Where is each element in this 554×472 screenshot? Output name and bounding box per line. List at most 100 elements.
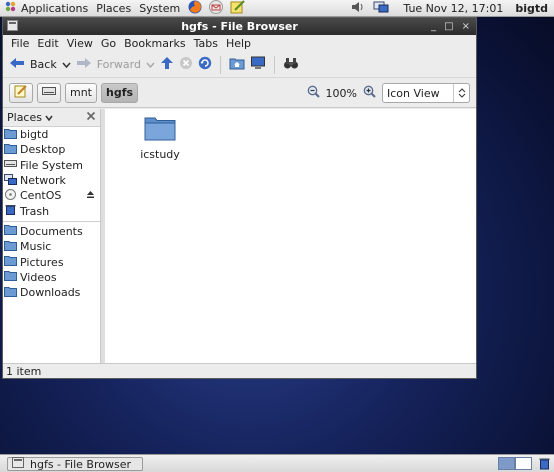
toolbar-separator xyxy=(219,55,221,74)
window-title: hgfs - File Browser xyxy=(181,20,298,33)
menu-go[interactable]: Go xyxy=(97,37,120,50)
clock[interactable]: Tue Nov 12, 17:01 xyxy=(403,2,503,15)
folder-icon xyxy=(4,286,17,300)
workspace-2[interactable] xyxy=(515,457,532,470)
forward-arrow-icon xyxy=(76,57,92,72)
places-menu[interactable]: Places xyxy=(92,2,135,15)
back-label: Back xyxy=(30,58,57,71)
minimize-button[interactable]: _ xyxy=(431,21,436,32)
menu-view[interactable]: View xyxy=(63,37,97,50)
menubar: File Edit View Go Bookmarks Tabs Help xyxy=(3,35,476,52)
zoom-level[interactable]: 100% xyxy=(326,87,357,100)
sidebar-item-bigtd[interactable]: bigtd xyxy=(3,127,100,142)
user-menu[interactable]: bigtd xyxy=(515,2,548,15)
file-item-icstudy[interactable]: icstudy xyxy=(135,115,185,161)
desktop-folder-icon xyxy=(4,143,17,157)
location-bar: mnt hgfs 100% Icon View xyxy=(3,78,476,108)
zoom-controls: 100% Icon View xyxy=(307,83,470,103)
search-binoculars-icon[interactable] xyxy=(283,56,299,73)
view-mode-select[interactable]: Icon View xyxy=(382,83,470,103)
sidebar-item-label: Network xyxy=(20,174,66,188)
menu-help[interactable]: Help xyxy=(222,37,255,50)
sidebar-item-music[interactable]: Music xyxy=(3,239,100,254)
sidebar-item-pictures[interactable]: Pictures xyxy=(3,254,100,269)
reload-icon[interactable] xyxy=(198,56,212,73)
workspace-1[interactable] xyxy=(498,457,515,470)
menu-tabs[interactable]: Tabs xyxy=(190,37,222,50)
zoom-out-icon[interactable] xyxy=(307,85,320,101)
sidebar-item-network[interactable]: Network xyxy=(3,173,100,188)
sidebar-item-label: Videos xyxy=(20,270,57,284)
file-browser-icon xyxy=(12,457,24,471)
sidebar-item-label: CentOS xyxy=(20,189,62,203)
folder-icon xyxy=(4,270,17,284)
places-sidebar: Places bigtd Desktop File System Network… xyxy=(3,109,101,363)
sidebar-item-label: Trash xyxy=(20,204,50,218)
firefox-launcher-icon[interactable] xyxy=(188,0,202,17)
drive-icon xyxy=(42,86,56,99)
maximize-button[interactable]: □ xyxy=(444,21,453,32)
taskbar-window-label: hgfs - File Browser xyxy=(30,457,131,471)
filesystem-icon xyxy=(4,158,17,172)
menu-edit[interactable]: Edit xyxy=(33,37,62,50)
folder-icon xyxy=(144,115,176,144)
stop-icon[interactable] xyxy=(179,56,193,73)
sidebar-item-documents[interactable]: Documents xyxy=(3,224,100,239)
chevron-down-icon xyxy=(45,111,54,124)
home-folder-icon[interactable] xyxy=(229,56,245,73)
sidebar-separator xyxy=(3,220,100,222)
top-panel: Applications Places System Tue Nov 12, 1… xyxy=(0,0,554,17)
sidebar-item-downloads[interactable]: Downloads xyxy=(3,285,100,300)
sidebar-item-label: bigtd xyxy=(20,128,49,142)
zoom-in-icon[interactable] xyxy=(363,85,376,101)
sidebar-item-desktop[interactable]: Desktop xyxy=(3,142,100,157)
home-folder-icon xyxy=(4,128,17,142)
applications-icon[interactable] xyxy=(4,0,17,16)
sidebar-item-trash[interactable]: Trash xyxy=(3,203,100,218)
sidebar-item-label: Documents xyxy=(20,224,83,238)
titlebar[interactable]: hgfs - File Browser _ □ × xyxy=(3,18,476,35)
folder-icon xyxy=(4,224,17,238)
eject-icon[interactable] xyxy=(86,190,95,202)
trash-applet-icon[interactable] xyxy=(538,457,551,472)
forward-button[interactable]: Forward xyxy=(76,57,155,72)
volume-icon[interactable] xyxy=(351,1,365,16)
notes-launcher-icon[interactable] xyxy=(230,0,246,17)
file-browser-window: hgfs - File Browser _ □ × File Edit View… xyxy=(2,17,477,379)
up-arrow-icon[interactable] xyxy=(160,56,174,73)
status-text: 1 item xyxy=(6,364,42,378)
close-button[interactable]: × xyxy=(462,21,470,32)
menu-bookmarks[interactable]: Bookmarks xyxy=(120,37,189,50)
content-area: Places bigtd Desktop File System Network… xyxy=(3,109,476,363)
back-button[interactable]: Back xyxy=(9,57,71,72)
path-root-button[interactable] xyxy=(37,82,61,103)
sidebar-item-file-system[interactable]: File System xyxy=(3,158,100,173)
places-dropdown[interactable]: Places xyxy=(7,110,54,125)
email-launcher-icon[interactable] xyxy=(208,0,224,17)
bottom-panel: hgfs - File Browser xyxy=(0,454,554,472)
network-icon xyxy=(4,173,17,188)
close-sidebar-icon[interactable] xyxy=(86,111,96,124)
toolbar-separator xyxy=(273,55,275,74)
forward-history-chevron-icon[interactable] xyxy=(146,58,155,71)
computer-icon[interactable] xyxy=(250,56,266,73)
sidebar-item-label: Downloads xyxy=(20,286,81,300)
updown-chevron-icon xyxy=(453,84,469,102)
sidebar-item-centos[interactable]: CentOS xyxy=(3,188,100,203)
sidebar-item-videos[interactable]: Videos xyxy=(3,270,100,285)
file-item-label: icstudy xyxy=(140,148,180,161)
file-view[interactable]: icstudy xyxy=(105,109,476,363)
path-segment-mnt[interactable]: mnt xyxy=(65,82,97,103)
applications-menu[interactable]: Applications xyxy=(17,2,92,15)
places-header-label: Places xyxy=(7,110,42,124)
toolbar: Back Forward xyxy=(3,52,476,78)
sidebar-item-label: File System xyxy=(20,158,83,172)
menu-file[interactable]: File xyxy=(7,37,33,50)
path-segment-hgfs[interactable]: hgfs xyxy=(101,82,139,103)
taskbar-window-button[interactable]: hgfs - File Browser xyxy=(7,457,143,471)
back-history-chevron-icon[interactable] xyxy=(62,58,71,71)
network-status-icon[interactable] xyxy=(373,0,389,17)
toggle-location-button[interactable] xyxy=(9,82,33,103)
sidebar-header: Places xyxy=(3,109,100,127)
system-menu[interactable]: System xyxy=(135,2,184,15)
